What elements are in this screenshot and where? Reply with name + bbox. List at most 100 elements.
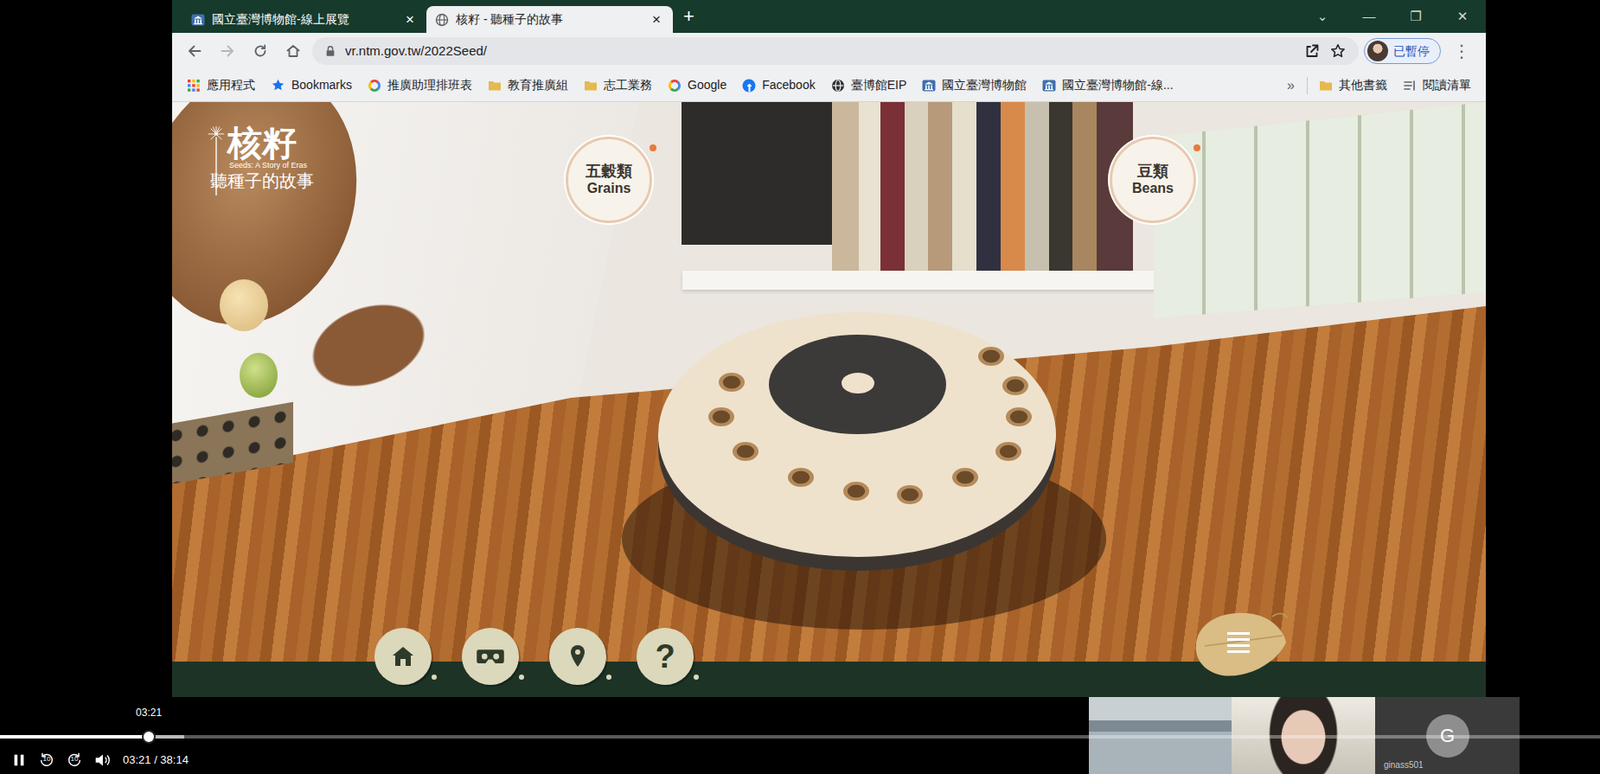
seed-bowl — [732, 441, 759, 461]
museum-icon — [921, 78, 936, 93]
globe-icon — [831, 78, 845, 93]
video-player: Gginass50103:21101003:21 / 38:14 — [0, 697, 1600, 774]
skip-back-label: 10 — [36, 755, 58, 763]
location-button[interactable] — [549, 627, 607, 685]
bookmark[interactable]: 閱讀清單 — [1395, 76, 1479, 95]
scene-shape — [832, 102, 1133, 276]
timeline-played — [0, 735, 149, 739]
time-display: 03:21 / 38:14 — [119, 751, 189, 769]
google-icon — [667, 78, 682, 93]
bookmarks-bar: 應用程式 Bookmarks 推廣助理排班表教育推廣組 志工業務 Google Faceb… — [172, 69, 1486, 103]
skip-back-button[interactable]: 10 — [36, 750, 58, 770]
bookmark[interactable]: 臺博館EIP — [823, 76, 916, 95]
exhibit-logo: 核籽Seeds: A Story of Eras聽種子的故事 — [206, 124, 314, 196]
seed-bowl — [787, 467, 814, 487]
star-icon — [1329, 42, 1347, 60]
scene-photo[interactable] — [172, 102, 1486, 662]
bookmark-label: 國立臺灣博物館 — [941, 76, 1027, 95]
scene-shape — [682, 270, 1202, 290]
minimize-button[interactable]: — — [1345, 0, 1393, 33]
bookmark-label: Google — [687, 76, 727, 95]
reload-button[interactable] — [246, 37, 275, 65]
new-tab-button[interactable]: + — [672, 6, 705, 26]
bookmark[interactable]: Facebook — [734, 76, 823, 95]
vr-toolbar: ? — [374, 627, 694, 685]
bookmarks-right: » 其他書籤 閱讀清單 — [1278, 75, 1479, 96]
tab-bar: 國立臺灣博物館-線上展覽×核籽 - 聽種子的故事×+ ⌄—❐✕ — [172, 0, 1486, 33]
folder-icon — [1318, 78, 1333, 93]
bookmark[interactable]: 教育推廣組 — [480, 76, 576, 95]
logo-title: 核籽 — [227, 124, 314, 161]
pause-icon — [11, 752, 27, 768]
browser-area: 國立臺灣博物館-線上展覽×核籽 - 聽種子的故事×+⌄—❐✕vr.ntm.gov… — [0, 0, 1600, 698]
play-pause-button[interactable] — [8, 750, 30, 770]
skip-forward-button[interactable]: 10 — [64, 750, 85, 770]
profile-avatar — [1367, 40, 1389, 62]
hotspot-subtitle: Beans — [1132, 180, 1174, 197]
vr-scene[interactable]: 核籽Seeds: A Story of Eras聽種子的故事 五穀類Grains 豆… — [172, 102, 1486, 662]
bookmark[interactable]: 應用程式 — [179, 76, 263, 95]
bookmark[interactable]: 國立臺灣博物館-線... — [1034, 76, 1181, 95]
home-button[interactable] — [279, 37, 308, 65]
address-bar[interactable]: vr.ntm.gov.tw/2022Seed/ — [312, 37, 1359, 65]
bookmark[interactable]: 推廣助理排班表 — [359, 76, 480, 95]
browser-tab[interactable]: 核籽 - 聽種子的故事× — [426, 6, 673, 33]
folder-icon — [487, 78, 502, 93]
bookmark-label: 應用程式 — [206, 76, 256, 95]
vr-button[interactable] — [461, 627, 519, 685]
hotspot-dot — [1193, 144, 1201, 152]
seed-bowl — [843, 481, 870, 501]
url[interactable]: vr.ntm.gov.tw/2022Seed/ — [345, 41, 1295, 62]
bookmark[interactable]: Google — [659, 76, 735, 95]
forward-button[interactable] — [213, 37, 242, 65]
bookmark[interactable]: 國立臺灣博物館 — [914, 76, 1035, 95]
profile-label: 已暫停 — [1393, 42, 1430, 61]
browser-window: 國立臺灣博物館-線上展覽×核籽 - 聽種子的故事×+⌄—❐✕vr.ntm.gov… — [172, 0, 1486, 698]
facebook-icon — [742, 78, 756, 93]
menu-button[interactable]: ⋮ — [1446, 42, 1478, 60]
vr-icon — [474, 640, 506, 672]
hotspot-dot — [649, 144, 657, 152]
menu-button[interactable] — [1189, 606, 1293, 691]
volume-button[interactable] — [91, 750, 113, 770]
close-button[interactable]: ✕ — [1439, 0, 1486, 33]
back-button[interactable] — [180, 37, 209, 65]
help-button[interactable]: ? — [636, 627, 694, 685]
google-icon — [367, 78, 382, 93]
seed-bowl — [896, 485, 923, 505]
home-icon — [284, 42, 302, 60]
browser-tab[interactable]: 國立臺灣博物館-線上展覽× — [182, 6, 427, 33]
share-icon — [1303, 42, 1321, 60]
exhibit-table — [658, 312, 1056, 557]
seed-bowl — [978, 346, 1005, 366]
bookmark-label: 推廣助理排班表 — [387, 76, 473, 95]
browser-footer-bar — [172, 661, 1486, 698]
timeline-thumb[interactable] — [141, 729, 156, 744]
toolbar: vr.ntm.gov.tw/2022Seed/已暫停 ⋮ — [172, 32, 1486, 70]
bookmark-label: 志工業務 — [603, 76, 653, 95]
bookmark-label: 其他書籤 — [1338, 76, 1388, 95]
tab-search-button[interactable]: ⌄ — [1299, 0, 1346, 33]
logo-tagline: 聽種子的故事 — [210, 170, 314, 192]
more-bookmarks-button[interactable]: » — [1278, 75, 1304, 96]
seed-bowl — [1002, 376, 1029, 396]
home-button[interactable] — [374, 627, 432, 685]
tab-close-button[interactable]: × — [648, 12, 665, 27]
bookmark[interactable]: 志工業務 — [576, 76, 660, 95]
skip-forward-label: 10 — [64, 755, 85, 763]
player-controls: 10 10 03:21 / 38:14 — [8, 750, 189, 770]
hotspot-button[interactable]: 五穀類Grains — [565, 136, 653, 224]
seed-bowl — [952, 467, 979, 487]
scene-shape — [239, 352, 278, 398]
bookmark[interactable]: 其他書籤 — [1311, 76, 1396, 95]
bookmark-label: 閱讀清單 — [1422, 76, 1472, 95]
profile-button[interactable]: 已暫停 — [1363, 38, 1441, 64]
seed-bowl — [1005, 407, 1032, 427]
location-icon — [563, 642, 592, 671]
time-tooltip: 03:21 — [132, 704, 166, 722]
timeline[interactable] — [0, 735, 1600, 739]
restore-button[interactable]: ❐ — [1392, 0, 1440, 33]
tab-close-button[interactable]: × — [402, 12, 418, 27]
bookmark[interactable]: Bookmarks — [262, 76, 360, 95]
hotspot-button[interactable]: 豆類Beans — [1109, 136, 1197, 224]
